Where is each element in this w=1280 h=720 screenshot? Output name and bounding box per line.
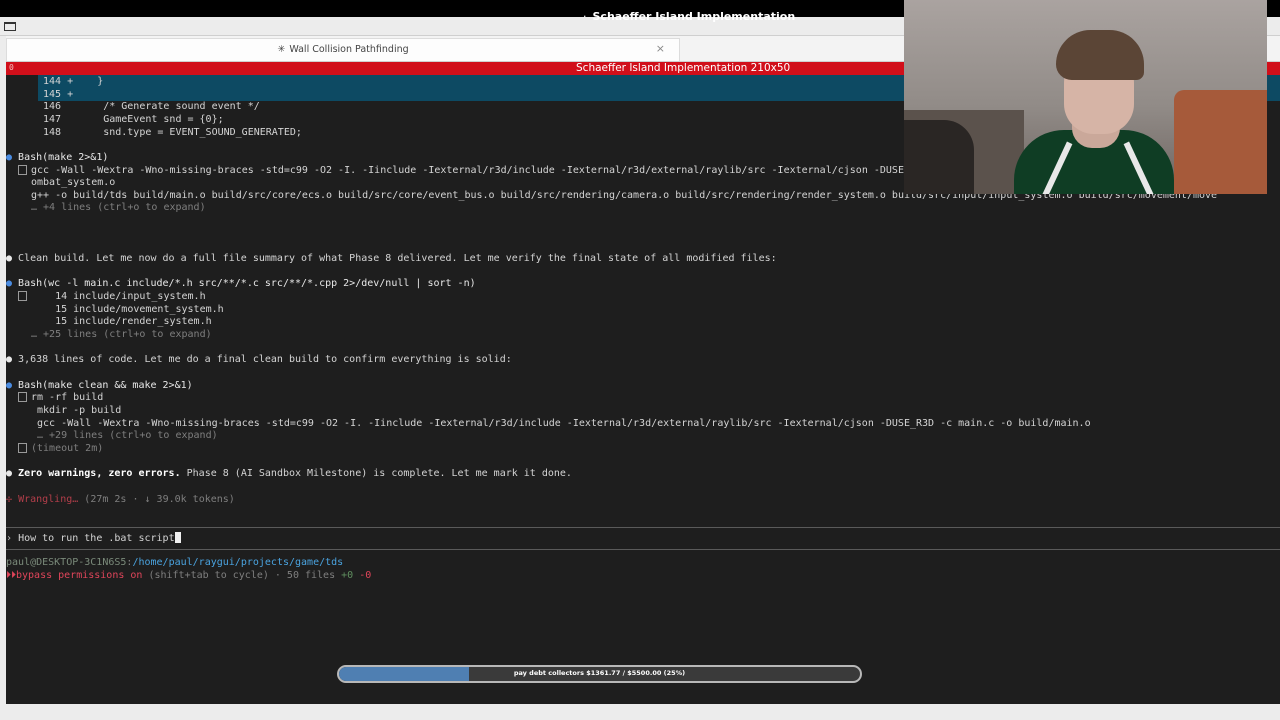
tool-call: ● Bash(wc -l main.c include/*.h src/**/*… xyxy=(6,278,476,289)
tool-output: 15 include/render_system.h xyxy=(31,316,212,327)
window-title: · Schaeffer Island Implementation xyxy=(583,10,796,23)
tmux-session: 0 xyxy=(9,63,14,72)
text-cursor xyxy=(174,532,181,543)
tool-output: 14 include/input_system.h xyxy=(18,291,206,303)
output-icon xyxy=(18,392,27,402)
progress-label: pay debt collectors $1361.77 / $5500.00 … xyxy=(513,669,686,677)
diff-line: 145 + xyxy=(43,89,74,100)
assistant-message: ● Zero warnings, zero errors. Phase 8 (A… xyxy=(6,468,572,479)
tmux-title: Schaeffer Island Implementation 210x50 xyxy=(576,62,791,74)
webcam-person-hair xyxy=(1056,30,1144,80)
window-menu-icon[interactable] xyxy=(4,22,16,31)
prompt-divider xyxy=(6,527,1280,528)
activity-icon: ✳ xyxy=(277,44,286,55)
bypass-icon: ⏵⏵ xyxy=(6,570,16,581)
assistant-message: ● Clean build. Let me now do a full file… xyxy=(6,253,777,264)
tab-title: Wall Collision Pathfinding xyxy=(289,44,409,55)
expand-hint[interactable]: … +4 lines (ctrl+o to expand) xyxy=(31,202,206,214)
prompt-input[interactable]: › How to run the .bat script xyxy=(6,532,181,544)
status-line: ✢ Wrangling… (27m 2s · ↓ 39.0k tokens) xyxy=(6,494,235,505)
footer-path: paul@DESKTOP-3C1N6S5:/home/paul/raygui/p… xyxy=(6,557,344,568)
debt-progress-bar: pay debt collectors $1361.77 / $5500.00 … xyxy=(337,665,862,683)
assistant-message: ● 3,638 lines of code. Let me do a final… xyxy=(6,354,512,365)
diff-line: 144 + } xyxy=(43,76,104,87)
tool-output: mkdir -p build xyxy=(37,405,122,416)
tool-output: ombat_system.o xyxy=(31,177,116,188)
tool-call: ● Bash(make clean && make 2>&1) xyxy=(6,380,193,391)
close-icon[interactable]: × xyxy=(656,42,665,55)
webcam-overlay xyxy=(904,0,1267,194)
prompt-arrow-icon: › xyxy=(6,533,13,544)
footer-permissions: ⏵⏵bypass permissions on (shift+tab to cy… xyxy=(6,570,372,581)
diff-line: 147 GameEvent snd = {0}; xyxy=(43,114,224,125)
window-title-text: Schaeffer Island Implementation xyxy=(592,10,796,23)
tool-call: ● Bash(make 2>&1) xyxy=(6,152,109,163)
tool-output: 15 include/movement_system.h xyxy=(31,304,224,315)
webcam-chair xyxy=(1174,90,1267,194)
expand-hint[interactable]: … +25 lines (ctrl+o to expand) xyxy=(31,329,212,341)
tool-output: (timeout 2m) xyxy=(18,443,103,455)
output-icon xyxy=(18,165,27,175)
diff-line: 146 /* Generate sound event */ xyxy=(43,101,260,112)
tool-output: gcc -Wall -Wextra -Wno-missing-braces -s… xyxy=(37,418,1091,429)
webcam-microphone xyxy=(904,120,974,194)
expand-hint[interactable]: … +29 lines (ctrl+o to expand) xyxy=(37,430,218,442)
spinner-icon: ✢ xyxy=(6,494,13,505)
tool-output: rm -rf build xyxy=(18,392,103,404)
tab-wall-collision[interactable]: ✳ Wall Collision Pathfinding × xyxy=(6,38,680,61)
output-icon xyxy=(18,291,27,301)
window-bottom-edge xyxy=(0,704,1280,720)
tab-label: ✳ Wall Collision Pathfinding xyxy=(7,44,679,55)
output-icon xyxy=(18,443,27,453)
prompt-divider xyxy=(6,549,1280,550)
diff-line: 148 snd.type = EVENT_SOUND_GENERATED; xyxy=(43,127,302,138)
